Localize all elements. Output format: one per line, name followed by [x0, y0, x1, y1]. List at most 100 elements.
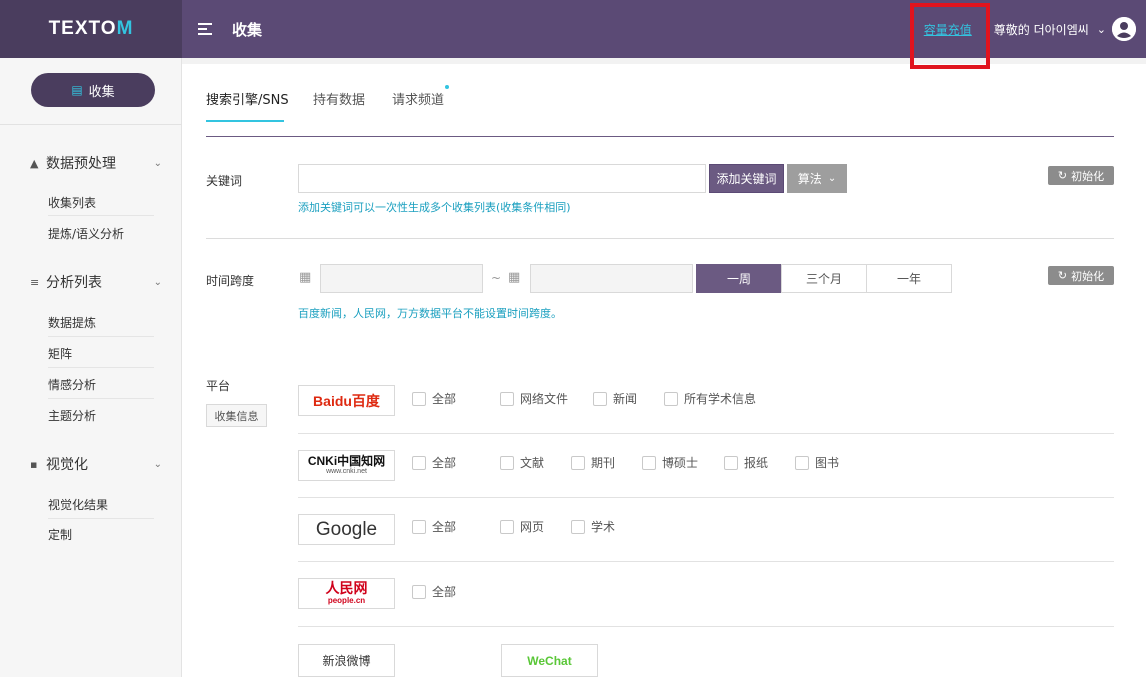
checkbox-box [664, 391, 678, 406]
sidebar-item-sentiment[interactable]: 情感分析 [48, 376, 154, 393]
checkbox-label: 全部 [432, 520, 457, 534]
sidebar-item-data-refine[interactable]: 数据提炼 [48, 314, 154, 331]
cnki-logo: CNKi中国知网 www.cnki.net [298, 450, 395, 481]
menu-toggle-button[interactable] [182, 0, 228, 58]
sidebar-group-label: 视觉化 [46, 457, 88, 473]
cnki-literature-checkbox[interactable]: 文献 [500, 454, 544, 471]
checkbox-label: 网络文件 [520, 392, 569, 406]
period-week-button[interactable]: 一周 [696, 264, 782, 293]
start-date-input[interactable] [320, 264, 483, 293]
platform-divider [298, 497, 1114, 498]
tab-owned-data[interactable]: 持有数据 [313, 89, 365, 108]
baidu-academic-checkbox[interactable]: 所有学术信息 [664, 390, 756, 407]
period-year-button[interactable]: 一年 [866, 264, 952, 293]
platform-divider [298, 433, 1114, 434]
refresh-icon: ↻ [1057, 169, 1068, 182]
avatar[interactable] [1112, 17, 1136, 41]
sidebar-item-divider [48, 398, 154, 399]
checkbox-box [412, 584, 426, 599]
collect-button[interactable]: ▤ 收集 [31, 73, 155, 107]
timespan-reset-button[interactable]: ↻ 初始化 [1048, 266, 1114, 285]
sidebar-group-preprocess[interactable]: ▲ 数据预处理 ⌄ [30, 153, 162, 173]
cnki-newspaper-checkbox[interactable]: 报纸 [724, 454, 768, 471]
app-logo[interactable]: TEXTOM [49, 18, 134, 40]
checkbox-box [571, 519, 585, 534]
collect-button-label: 收集 [88, 84, 115, 100]
google-scholar-checkbox[interactable]: 学术 [571, 518, 615, 535]
tab-request-channel[interactable]: 请求频道 [392, 89, 444, 108]
sidebar-group-visualization[interactable]: ▪ 视觉化 ⌄ [30, 454, 162, 474]
sidebar-item-viz-result[interactable]: 视觉化结果 [48, 496, 154, 513]
sidebar-item-divider [48, 215, 154, 216]
wechat-logo: WeChat [501, 644, 598, 677]
tab-search-sns[interactable]: 搜索引擎/SNS [206, 89, 289, 108]
calendar-icon[interactable]: ▦ [508, 270, 522, 285]
sidebar: ▤ 收集 ▲ 数据预处理 ⌄ 收集列表 提炼/语义分析 ≡ 分析列表 ⌄ 数据提… [0, 58, 182, 677]
sidebar-group-label: 数据预处理 [46, 156, 116, 172]
keyword-reset-button[interactable]: ↻ 初始化 [1048, 166, 1114, 185]
keyword-input[interactable] [298, 164, 706, 193]
checkbox-label: 网页 [520, 520, 545, 534]
date-separator: ~ [491, 271, 502, 285]
period-3month-button[interactable]: 三个月 [781, 264, 867, 293]
cnki-journal-checkbox[interactable]: 期刊 [571, 454, 615, 471]
sidebar-group-analysis-list[interactable]: ≡ 分析列表 ⌄ [30, 272, 162, 292]
end-date-input[interactable] [530, 264, 693, 293]
cnki-thesis-checkbox[interactable]: 博硕士 [642, 454, 698, 471]
sidebar-divider [0, 124, 182, 125]
baidu-news-checkbox[interactable]: 新闻 [593, 390, 637, 407]
checkbox-label: 全部 [432, 392, 457, 406]
section-divider [206, 238, 1114, 239]
sidebar-item-collect-list[interactable]: 收集列表 [48, 194, 154, 211]
active-tab-indicator [206, 120, 284, 122]
platform-divider [298, 626, 1114, 627]
platform-divider [298, 561, 1114, 562]
checkbox-box [412, 391, 426, 406]
checkbox-box [571, 455, 585, 470]
keyword-label: 关键词 [206, 174, 243, 188]
add-keyword-button[interactable]: 添加关键词 [709, 164, 784, 193]
sidebar-item-divider [48, 336, 154, 337]
calendar-icon[interactable]: ▦ [299, 270, 313, 285]
sidebar-item-matrix[interactable]: 矩阵 [48, 345, 154, 362]
wechat-logo-text: WeChat [527, 653, 572, 668]
people-all-checkbox[interactable]: 全部 [412, 583, 456, 600]
checkbox-label: 所有学术信息 [684, 392, 757, 406]
refresh-icon: ↻ [1057, 269, 1068, 282]
google-web-checkbox[interactable]: 网页 [500, 518, 544, 535]
sidebar-item-custom[interactable]: 定制 [48, 526, 154, 543]
notification-dot [445, 85, 449, 89]
cnki-all-checkbox[interactable]: 全部 [412, 454, 456, 471]
checkbox-box [500, 455, 514, 470]
checkbox-label: 全部 [432, 456, 457, 470]
baidu-logo-text: Baidu百度 [313, 392, 380, 409]
checkbox-label: 博硕士 [662, 456, 699, 470]
baidu-webfile-checkbox[interactable]: 网络文件 [500, 390, 568, 407]
weibo-logo: 新浪微博 [298, 644, 395, 677]
reset-label: 初始化 [1071, 169, 1105, 183]
checkbox-label: 新闻 [613, 392, 638, 406]
chevron-down-icon: ⌄ [153, 458, 162, 470]
page-title: 收集 [232, 20, 263, 39]
algorithm-dropdown[interactable]: 算法 ⌄ [787, 164, 847, 193]
google-all-checkbox[interactable]: 全部 [412, 518, 456, 535]
baidu-logo: Baidu百度 [298, 385, 395, 416]
logo-area[interactable]: TEXTOM [0, 0, 182, 58]
chevron-down-icon: ⌄ [827, 173, 837, 184]
highlight-annotation-box [910, 3, 990, 69]
checkbox-box [412, 519, 426, 534]
database-icon: ▤ [71, 83, 83, 97]
username[interactable]: 尊敬的 더아이엠씨 [994, 21, 1089, 38]
platform-label: 平台 [206, 379, 231, 393]
cnki-book-checkbox[interactable]: 图书 [795, 454, 839, 471]
sidebar-item-divider [48, 367, 154, 368]
sidebar-item-topic[interactable]: 主题分析 [48, 407, 154, 424]
algorithm-label: 算法 [797, 172, 822, 186]
content-divider [206, 136, 1114, 137]
sidebar-item-refine-semantic[interactable]: 提炼/语义分析 [48, 225, 154, 242]
chevron-down-icon[interactable]: ⌄ [1097, 23, 1106, 36]
timespan-hint: 百度新闻，人民网，万方数据平台不能设置时间跨度。 [298, 307, 562, 320]
sidebar-item-divider [48, 518, 154, 519]
collect-info-button[interactable]: 收集信息 [206, 404, 267, 427]
baidu-all-checkbox[interactable]: 全部 [412, 390, 456, 407]
